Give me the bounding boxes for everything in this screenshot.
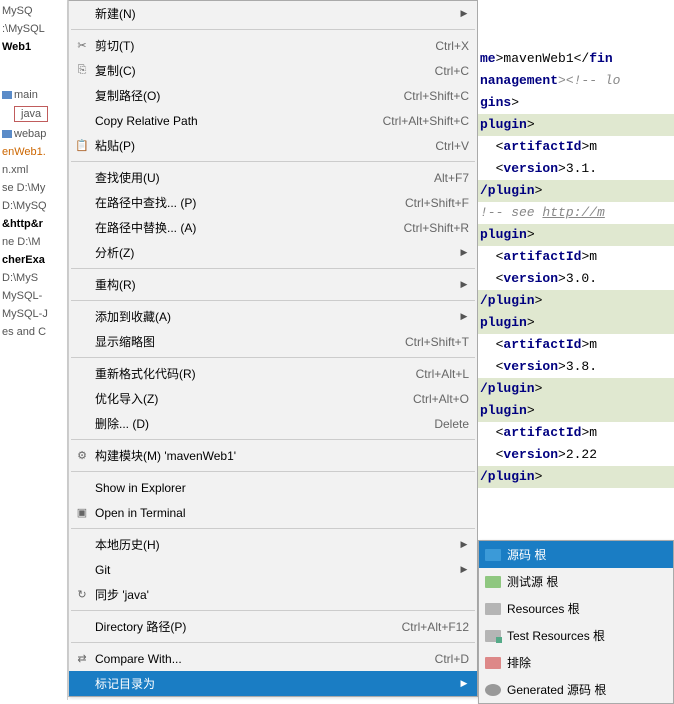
menu-local-history[interactable]: 本地历史(H)▶ [69,532,477,557]
separator [71,528,475,529]
menu-analyze[interactable]: 分析(Z)▶ [69,240,477,265]
tree-item[interactable]: se D:\My [0,179,67,197]
folder-icon [2,91,12,99]
menu-paste[interactable]: 📋粘贴(P)Ctrl+V [69,133,477,158]
menu-copy-relative-path[interactable]: Copy Relative PathCtrl+Alt+Shift+C [69,108,477,133]
menu-optimize-imports[interactable]: 优化导入(Z)Ctrl+Alt+O [69,386,477,411]
menu-build-module[interactable]: ⚙构建模块(M) 'mavenWeb1' [69,443,477,468]
menu-git[interactable]: Git▶ [69,557,477,582]
tree-item[interactable]: es and C [0,323,67,341]
submenu-sources-root[interactable]: 源码 根 [479,541,673,568]
tree-item-java[interactable]: java [14,106,48,122]
menu-copy-path[interactable]: 复制路径(O)Ctrl+Shift+C [69,83,477,108]
folder-blue-icon [485,549,501,561]
chevron-right-icon: ▶ [459,247,469,258]
tree-item[interactable]: n.xml [0,161,67,179]
menu-reformat[interactable]: 重新格式化代码(R)Ctrl+Alt+L [69,361,477,386]
separator [71,610,475,611]
menu-replace-in-path[interactable]: 在路径中替换... (A)Ctrl+Shift+R [69,215,477,240]
mark-directory-submenu: 源码 根 测试源 根 Resources 根 Test Resources 根 … [478,540,674,704]
submenu-excluded[interactable]: 排除 [479,649,673,676]
menu-copy[interactable]: ⎘复制(C)Ctrl+C [69,58,477,83]
folder-green-icon [485,576,501,588]
folder-test-resources-icon [485,630,501,642]
cog-icon [485,684,501,696]
separator [71,471,475,472]
separator [71,29,475,30]
tree-item[interactable]: enWeb1. [0,143,67,161]
folder-gray-icon [485,603,501,615]
separator [71,300,475,301]
menu-open-terminal[interactable]: ▣Open in Terminal [69,500,477,525]
chevron-right-icon: ▶ [459,564,469,575]
tree-item-main[interactable]: main [0,86,67,104]
menu-mark-directory-as[interactable]: 标记目录为▶ [69,671,477,696]
sync-icon: ↻ [73,588,91,601]
tree-item[interactable]: :\MySQL [0,20,67,38]
separator [71,642,475,643]
chevron-right-icon: ▶ [459,279,469,290]
context-menu: 新建(N)▶ ✂剪切(T)Ctrl+X ⎘复制(C)Ctrl+C 复制路径(O)… [68,0,478,697]
chevron-right-icon: ▶ [459,8,469,19]
menu-show-thumbnail[interactable]: 显示缩略图Ctrl+Shift+T [69,329,477,354]
menu-new[interactable]: 新建(N)▶ [69,1,477,26]
project-tree: MySQ :\MySQL Web1 main java webap enWeb1… [0,0,68,700]
submenu-generated-sources-root[interactable]: Generated 源码 根 [479,676,673,703]
menu-sync[interactable]: ↻同步 'java' [69,582,477,607]
tree-item[interactable]: D:\MySQ [0,197,67,215]
tree-item[interactable]: Web1 [0,38,67,56]
chevron-right-icon: ▶ [459,539,469,550]
tree-item[interactable]: MySQL-J [0,305,67,323]
folder-icon [2,130,12,138]
separator [71,161,475,162]
menu-directory-path[interactable]: Directory 路径(P)Ctrl+Alt+F12 [69,614,477,639]
compare-icon: ⇄ [73,652,91,665]
submenu-resources-root[interactable]: Resources 根 [479,595,673,622]
separator [71,439,475,440]
paste-icon: 📋 [73,139,91,152]
separator [71,357,475,358]
cut-icon: ✂ [73,39,91,52]
menu-cut[interactable]: ✂剪切(T)Ctrl+X [69,33,477,58]
submenu-test-resources-root[interactable]: Test Resources 根 [479,622,673,649]
separator [71,268,475,269]
build-icon: ⚙ [73,449,91,462]
menu-refactor[interactable]: 重构(R)▶ [69,272,477,297]
tree-item[interactable]: &http&r [0,215,67,233]
terminal-icon: ▣ [73,506,91,519]
menu-compare-with[interactable]: ⇄Compare With...Ctrl+D [69,646,477,671]
tree-item[interactable]: D:\MyS [0,269,67,287]
chevron-right-icon: ▶ [459,311,469,322]
chevron-right-icon: ▶ [459,678,469,689]
tree-item-webapp[interactable]: webap [0,125,67,143]
tree-item[interactable]: cherExa [0,251,67,269]
tree-item[interactable]: MySQL- [0,287,67,305]
menu-add-favorites[interactable]: 添加到收藏(A)▶ [69,304,477,329]
menu-find-in-path[interactable]: 在路径中查找... (P)Ctrl+Shift+F [69,190,477,215]
menu-find-usages[interactable]: 查找使用(U)Alt+F7 [69,165,477,190]
menu-delete[interactable]: 删除... (D)Delete [69,411,477,436]
menu-show-explorer[interactable]: Show in Explorer [69,475,477,500]
tree-item[interactable]: ne D:\M [0,233,67,251]
folder-red-icon [485,657,501,669]
tree-item[interactable]: MySQ [0,2,67,20]
copy-icon: ⎘ [73,64,91,77]
submenu-test-sources-root[interactable]: 测试源 根 [479,568,673,595]
